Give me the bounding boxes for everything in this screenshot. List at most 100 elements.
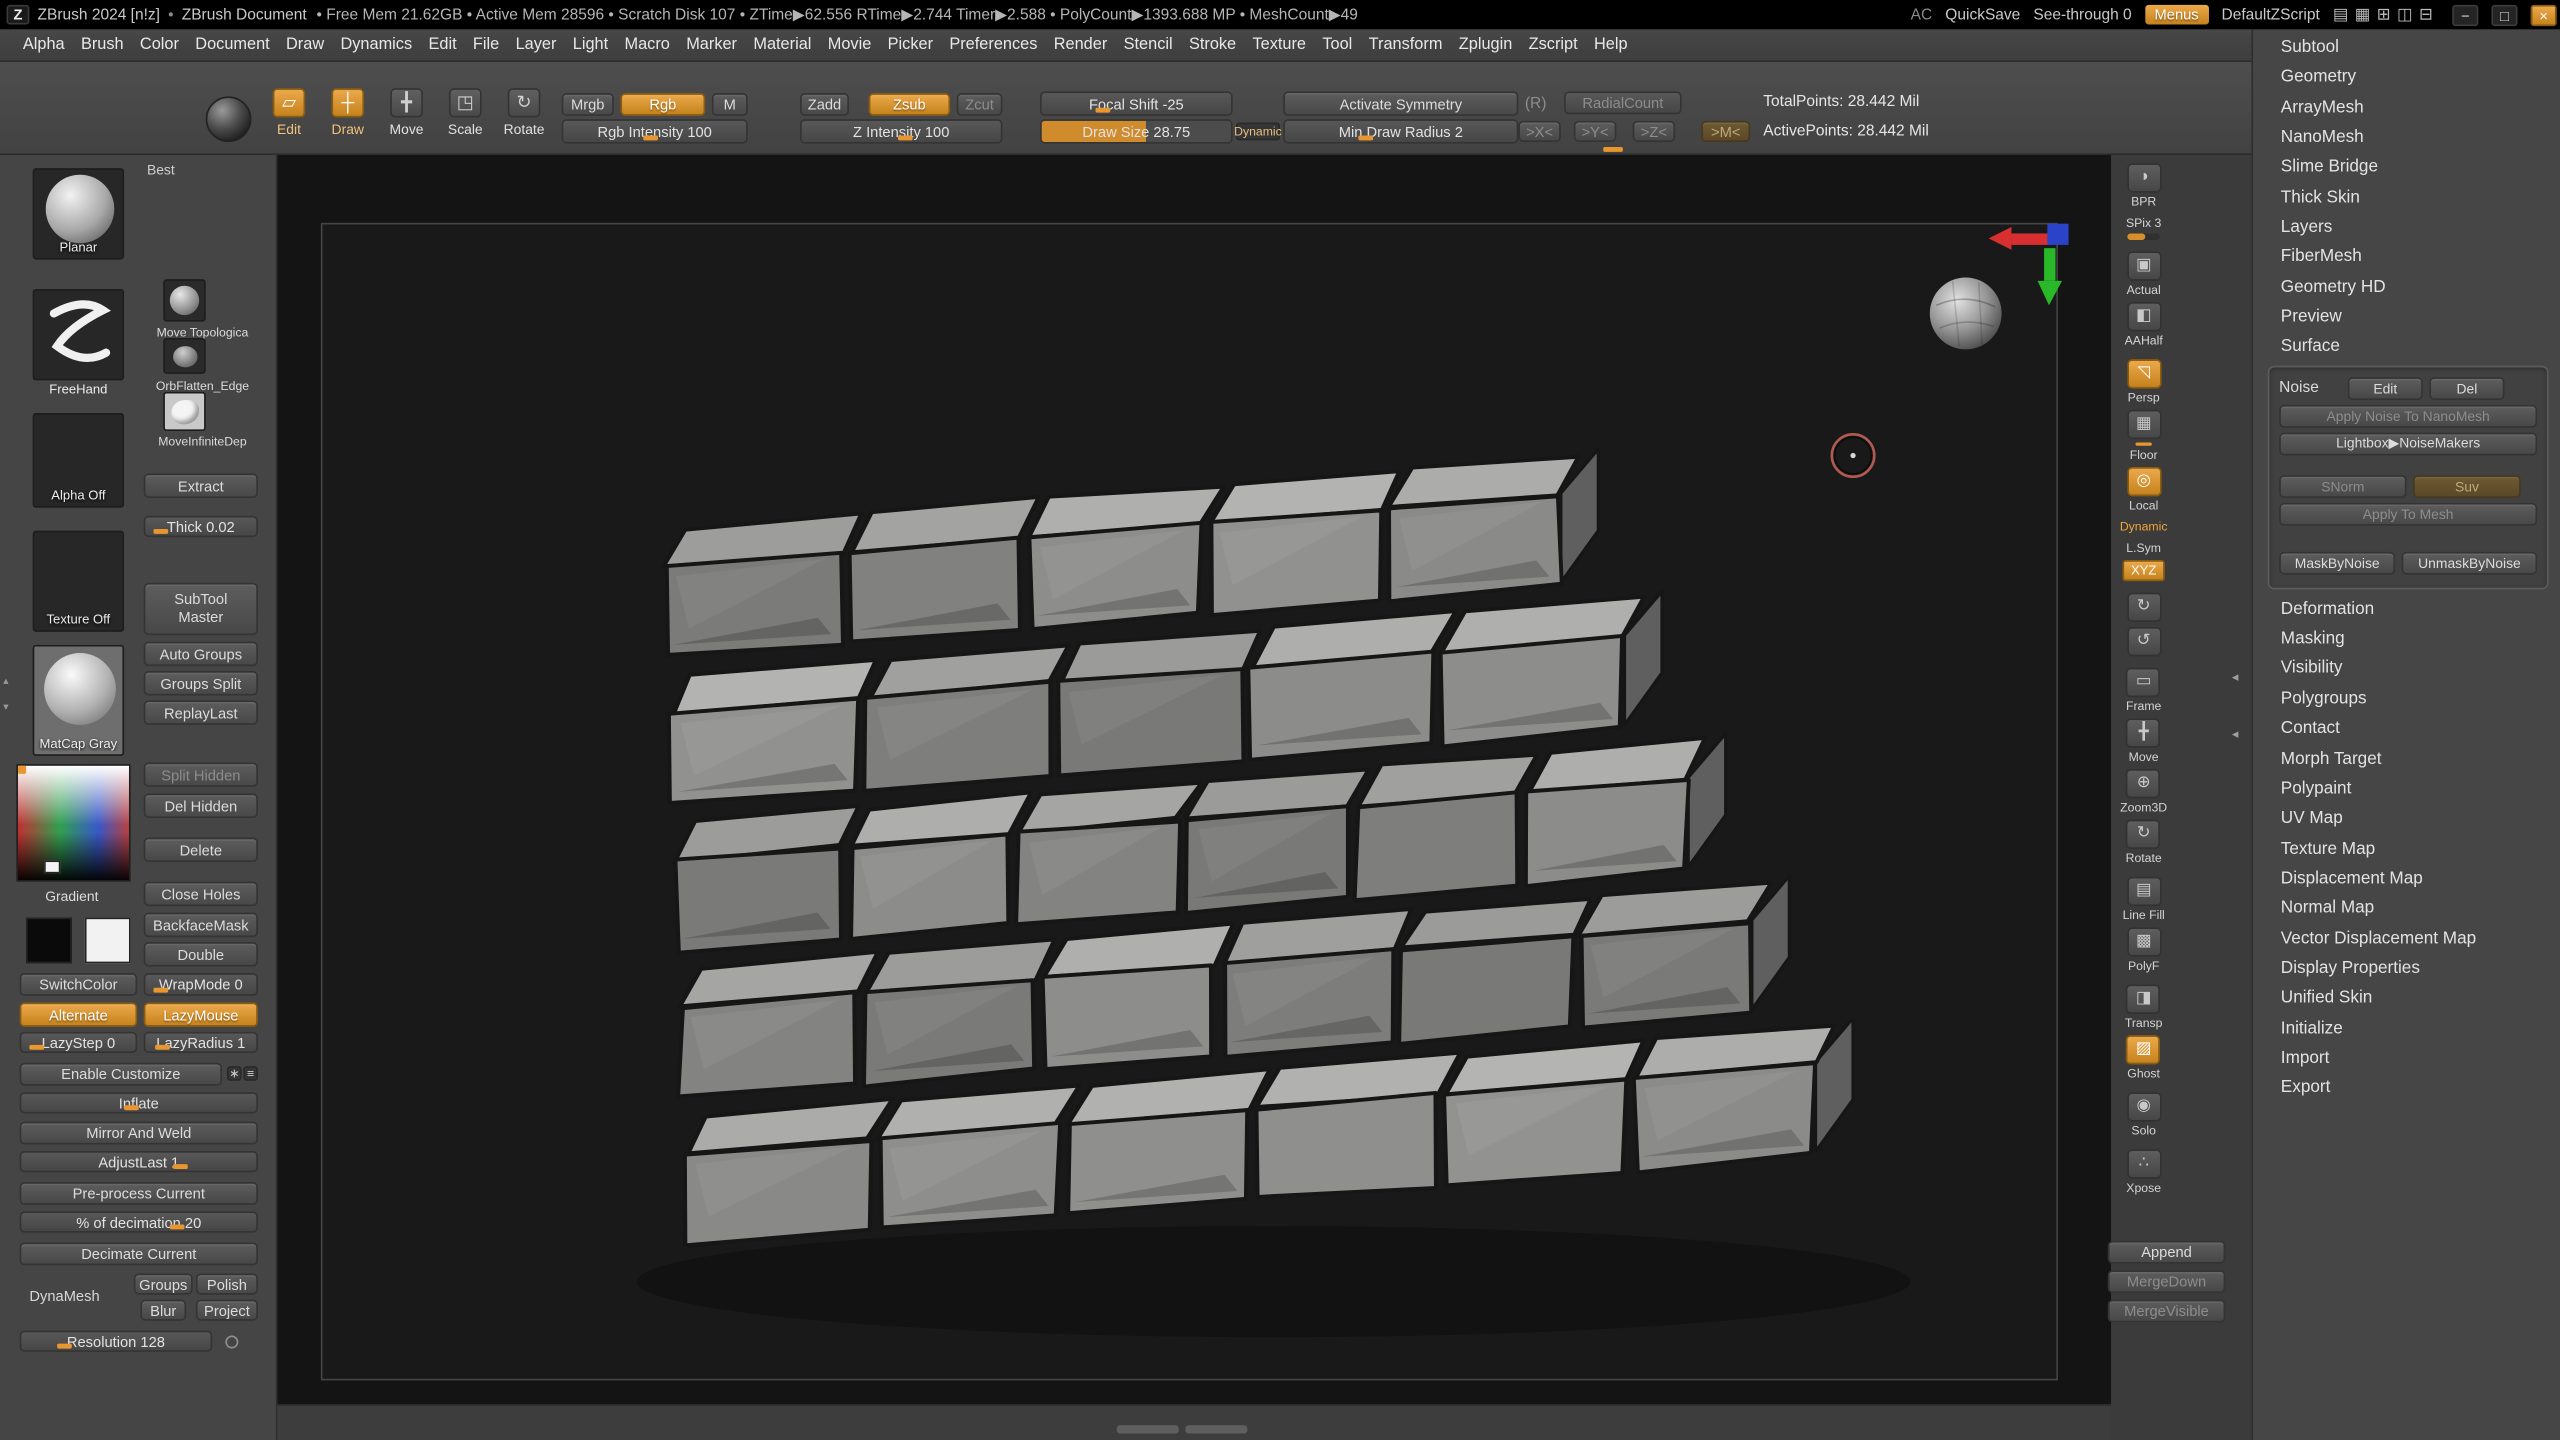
- zadd-button[interactable]: Zadd: [800, 93, 849, 116]
- dynamesh-groups-button[interactable]: Groups: [134, 1273, 193, 1294]
- decimation-percent-slider[interactable]: % of decimation 20: [20, 1211, 258, 1232]
- palette-morph-target[interactable]: Morph Target: [2253, 744, 2560, 774]
- dynamesh-project-button[interactable]: Project: [196, 1300, 258, 1321]
- shelf-spin-ccw-icon[interactable]: ↺: [2127, 627, 2161, 656]
- close-holes-button[interactable]: Close Holes: [144, 882, 258, 906]
- extract-button[interactable]: Extract: [144, 473, 258, 497]
- menu-alpha[interactable]: Alpha: [15, 29, 73, 61]
- palette-masking[interactable]: Masking: [2253, 624, 2560, 654]
- noise-edit-button[interactable]: Edit: [2348, 377, 2423, 400]
- shelf-dynamic[interactable]: Dynamic: [2120, 518, 2168, 534]
- symmetry-m-button[interactable]: >M<: [1701, 121, 1750, 142]
- menu-material[interactable]: Material: [745, 29, 819, 61]
- draw-size-slider[interactable]: Draw Size 28.75: [1040, 119, 1233, 143]
- tray-collapse-icon[interactable]: ◂: [2232, 727, 2239, 742]
- panels-icon[interactable]: ◫: [2397, 6, 2412, 24]
- palette-vector-displacement-map[interactable]: Vector Displacement Map: [2253, 923, 2560, 953]
- recent-brush-thumbnail[interactable]: [163, 392, 205, 431]
- shelf-spix-3[interactable]: SPix 3: [2126, 214, 2161, 240]
- apply-noise-nanomesh-button[interactable]: Apply Noise To NanoMesh: [2279, 405, 2537, 428]
- palette-initialize[interactable]: Initialize: [2253, 1013, 2560, 1043]
- shelf-bpr[interactable]: ◑BPR: [2127, 163, 2161, 209]
- noise-del-button[interactable]: Del: [2429, 377, 2504, 400]
- shelf-rotate[interactable]: ↻Rotate: [2126, 820, 2162, 866]
- del-hidden-button[interactable]: Del Hidden: [144, 793, 258, 817]
- groups-split-button[interactable]: Groups Split: [144, 671, 258, 695]
- lazy-radius-slider[interactable]: LazyRadius 1: [144, 1032, 258, 1053]
- shelf-l-sym[interactable]: L.Sym: [2126, 539, 2161, 555]
- palette-arraymesh[interactable]: ArrayMesh: [2253, 93, 2560, 123]
- shelf-transp[interactable]: ◨Transp: [2125, 984, 2163, 1030]
- palette-texture-map[interactable]: Texture Map: [2253, 834, 2560, 864]
- merge-down-button[interactable]: MergeDown: [2108, 1270, 2226, 1293]
- palette-preview[interactable]: Preview: [2253, 302, 2560, 332]
- scale-mode-button[interactable]: ◳ Scale: [441, 88, 490, 150]
- shelf-xpose[interactable]: ∴Xpose: [2126, 1149, 2161, 1195]
- customize-menu-icon[interactable]: ≡: [243, 1066, 258, 1081]
- auto-groups-button[interactable]: Auto Groups: [144, 642, 258, 666]
- shelf-ghost[interactable]: ▨Ghost: [2127, 1035, 2161, 1081]
- secondary-color-swatch[interactable]: [85, 918, 131, 964]
- dynamesh-polish-button[interactable]: Polish: [196, 1273, 258, 1294]
- inflate-slider[interactable]: Inflate: [20, 1092, 258, 1113]
- symmetry-z-button[interactable]: >Z<: [1633, 121, 1675, 142]
- merge-visible-button[interactable]: MergeVisible: [2108, 1300, 2226, 1323]
- activate-symmetry-button[interactable]: Activate Symmetry: [1283, 91, 1518, 115]
- rotate-mode-button[interactable]: ↻ Rotate: [500, 88, 549, 150]
- edit-mode-button[interactable]: ▱ Edit: [264, 88, 313, 150]
- menu-stroke[interactable]: Stroke: [1181, 29, 1245, 61]
- current-texture-thumbnail[interactable]: Texture Off: [33, 531, 124, 632]
- shelf-zoom3d[interactable]: ⊕Zoom3D: [2120, 769, 2167, 815]
- dynamesh-blur-button[interactable]: Blur: [140, 1300, 186, 1321]
- menus-toggle[interactable]: Menus: [2145, 5, 2209, 25]
- palette-subtool[interactable]: Subtool: [2253, 33, 2560, 63]
- adjust-last-slider[interactable]: AdjustLast 1: [20, 1151, 258, 1172]
- shelf-solo[interactable]: ◉Solo: [2127, 1092, 2161, 1138]
- delete-button[interactable]: Delete: [144, 838, 258, 862]
- close-button[interactable]: ×: [2531, 4, 2557, 25]
- lazy-step-slider[interactable]: LazyStep 0: [20, 1032, 138, 1053]
- recent-brush-thumbnail[interactable]: [163, 279, 205, 321]
- viewport-3d[interactable]: [278, 155, 2111, 1404]
- split-hidden-button[interactable]: Split Hidden: [144, 762, 258, 786]
- screen-icon[interactable]: ⊟: [2419, 6, 2433, 24]
- shelf-xyz[interactable]: XYZ: [2122, 560, 2164, 581]
- append-button[interactable]: Append: [2108, 1241, 2226, 1264]
- menu-brush[interactable]: Brush: [73, 29, 132, 61]
- palette-nanomesh[interactable]: NanoMesh: [2253, 122, 2560, 152]
- menu-dynamics[interactable]: Dynamics: [332, 29, 420, 61]
- min-draw-radius-slider[interactable]: Min Draw Radius 2: [1283, 119, 1518, 143]
- thick-slider[interactable]: Thick 0.02: [144, 516, 258, 537]
- layout-icon[interactable]: ▦: [2355, 6, 2370, 24]
- palette-displacement-map[interactable]: Displacement Map: [2253, 863, 2560, 893]
- palette-polygroups[interactable]: Polygroups: [2253, 684, 2560, 714]
- menu-stencil[interactable]: Stencil: [1115, 29, 1180, 61]
- menu-render[interactable]: Render: [1046, 29, 1116, 61]
- color-picker[interactable]: [16, 764, 130, 882]
- lazy-mouse-button[interactable]: LazyMouse: [144, 1002, 258, 1026]
- menu-zscript[interactable]: Zscript: [1521, 29, 1586, 61]
- customize-lock-icon[interactable]: ∗: [227, 1066, 242, 1081]
- palette-surface[interactable]: Surface: [2253, 332, 2560, 362]
- draw-mode-button[interactable]: ┼ Draw: [323, 88, 372, 150]
- maximize-button[interactable]: □: [2491, 4, 2517, 25]
- minimize-button[interactable]: −: [2452, 4, 2478, 25]
- apply-to-mesh-button[interactable]: Apply To Mesh: [2279, 502, 2537, 525]
- tablet-icon[interactable]: ▤: [2333, 6, 2348, 24]
- recent-brush-thumbnail[interactable]: [163, 338, 205, 374]
- menu-macro[interactable]: Macro: [616, 29, 678, 61]
- shelf-actual[interactable]: ▣Actual: [2127, 251, 2161, 297]
- default-zscript-button[interactable]: DefaultZScript: [2222, 6, 2320, 24]
- menu-layer[interactable]: Layer: [507, 29, 564, 61]
- menu-document[interactable]: Document: [187, 29, 278, 61]
- switch-color-button[interactable]: SwitchColor: [20, 973, 138, 996]
- shelf-polyf[interactable]: ▩PolyF: [2127, 927, 2161, 973]
- zcut-button[interactable]: Zcut: [957, 93, 1003, 116]
- menu-transform[interactable]: Transform: [1360, 29, 1450, 61]
- menu-texture[interactable]: Texture: [1244, 29, 1314, 61]
- move-mode-button[interactable]: ╋ Move: [382, 88, 431, 150]
- dynamesh-resolution-slider[interactable]: Resolution 128: [20, 1331, 213, 1352]
- palette-geometry[interactable]: Geometry: [2253, 63, 2560, 93]
- palette-uv-map[interactable]: UV Map: [2253, 804, 2560, 834]
- shelf-floor[interactable]: ▦Floor: [2127, 410, 2161, 462]
